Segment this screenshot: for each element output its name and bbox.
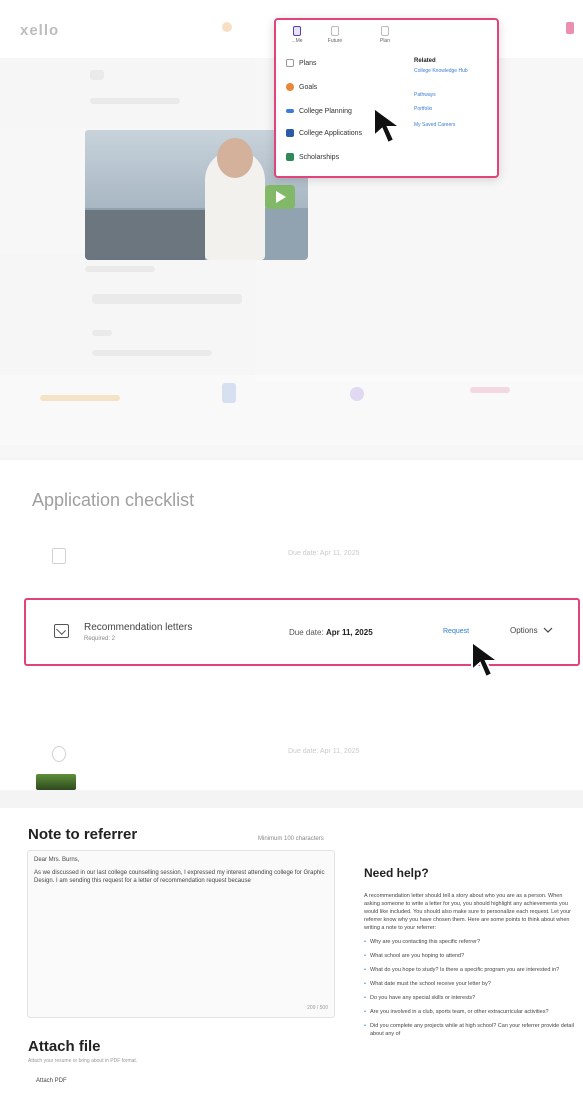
- tab-future[interactable]: Future: [320, 26, 350, 44]
- menu-item-plans[interactable]: Plans: [286, 56, 317, 70]
- help-tip: What date must the school receive your l…: [364, 980, 574, 988]
- plans-icon: [286, 59, 294, 67]
- document-icon: [52, 548, 66, 564]
- chevron-down-icon: [543, 627, 553, 634]
- attach-file-title: Attach file: [28, 1038, 101, 1055]
- required-count: Required: 2: [84, 636, 116, 642]
- note-greeting: Dear Mrs. Burns,: [34, 857, 80, 863]
- goals-icon: [286, 83, 294, 91]
- menu-tabs: ...Me Future Plan: [282, 26, 482, 48]
- letter-icon: [54, 624, 69, 638]
- note-title: Note to referrer: [28, 826, 138, 843]
- profile-avatar-icon[interactable]: [566, 22, 574, 34]
- menu-item-scholarships[interactable]: Scholarships: [286, 150, 339, 164]
- landscape-thumbnail: [36, 774, 76, 790]
- related-heading: Related: [414, 58, 436, 64]
- plan-icon: [381, 26, 389, 36]
- person-icon: [293, 26, 301, 36]
- pointer-icon: [373, 106, 404, 145]
- related-link-pathways[interactable]: Pathways: [414, 92, 484, 98]
- menu-item-college-applications[interactable]: College Applications: [286, 126, 362, 140]
- saved-item-strip: [36, 772, 556, 794]
- help-title: Need help?: [364, 866, 429, 880]
- help-tip: Why are you contacting this specific ref…: [364, 938, 574, 946]
- tab-plan[interactable]: Plan: [370, 26, 400, 44]
- pointer-icon: [471, 640, 502, 679]
- due-date: Due date: Apr 11, 2025: [289, 628, 373, 637]
- help-tip: What school are you hoping to attend?: [364, 952, 574, 960]
- future-icon: [331, 26, 339, 36]
- play-icon[interactable]: [265, 185, 295, 209]
- stats-row: [0, 375, 583, 445]
- related-link-my-saved-careers[interactable]: My Saved Careers: [414, 122, 484, 128]
- tab-me[interactable]: ...Me: [282, 26, 312, 44]
- note-textarea[interactable]: Dear Mrs. Burns, As we discussed in our …: [27, 850, 335, 1018]
- menu-item-goals[interactable]: Goals: [286, 80, 317, 94]
- college-applications-icon: [286, 129, 294, 137]
- note-body-text: As we discussed in our last college coun…: [34, 870, 325, 884]
- recommendation-letters-title: Recommendation letters: [84, 622, 193, 633]
- attach-file-description: Attach your resume or bring about in PDF…: [28, 1058, 138, 1064]
- plan-dropdown-menu: ...Me Future Plan Plans Goals College Pl…: [274, 18, 499, 178]
- help-tip: Do you have any special skills or intere…: [364, 994, 574, 1002]
- xello-logo[interactable]: xello: [20, 22, 59, 39]
- options-button[interactable]: Options: [510, 626, 553, 635]
- note-section: Note to referrer Minimum 100 characters …: [0, 808, 583, 1113]
- help-panel: Need help? A recommendation letter shoul…: [364, 866, 574, 1113]
- menu-item-college-planning[interactable]: College Planning: [286, 104, 352, 118]
- notification-icon[interactable]: [222, 22, 232, 32]
- attach-pdf-button[interactable]: Attach PDF: [36, 1078, 67, 1084]
- minimum-characters-hint: Minimum 100 characters: [258, 836, 324, 842]
- checklist-title: Application checklist: [32, 490, 195, 510]
- related-link-college-knowledge-hub[interactable]: College Knowledge Hub: [414, 68, 484, 74]
- character-count: 209 / 500: [307, 1005, 328, 1011]
- help-tip: Are you involved in a club, sports team,…: [364, 1008, 574, 1016]
- checklist-row: Due date: Apr 11, 2025: [30, 734, 570, 774]
- due-date: Due date: Apr 11, 2025: [288, 550, 360, 557]
- clock-icon: [52, 746, 66, 762]
- related-link-portfolio[interactable]: Portfolio: [414, 106, 484, 112]
- request-button[interactable]: Request: [443, 628, 469, 635]
- help-intro: A recommendation letter should tell a st…: [364, 893, 571, 931]
- due-date: Due date: Apr 11, 2025: [288, 748, 360, 755]
- help-tip: What do you hope to study? Is there a sp…: [364, 966, 574, 974]
- help-tip: Did you complete any projects while at h…: [364, 1022, 574, 1038]
- scholarships-icon: [286, 153, 294, 161]
- checklist-row: Due date: Apr 11, 2025: [30, 536, 570, 576]
- college-planning-icon: [286, 109, 294, 113]
